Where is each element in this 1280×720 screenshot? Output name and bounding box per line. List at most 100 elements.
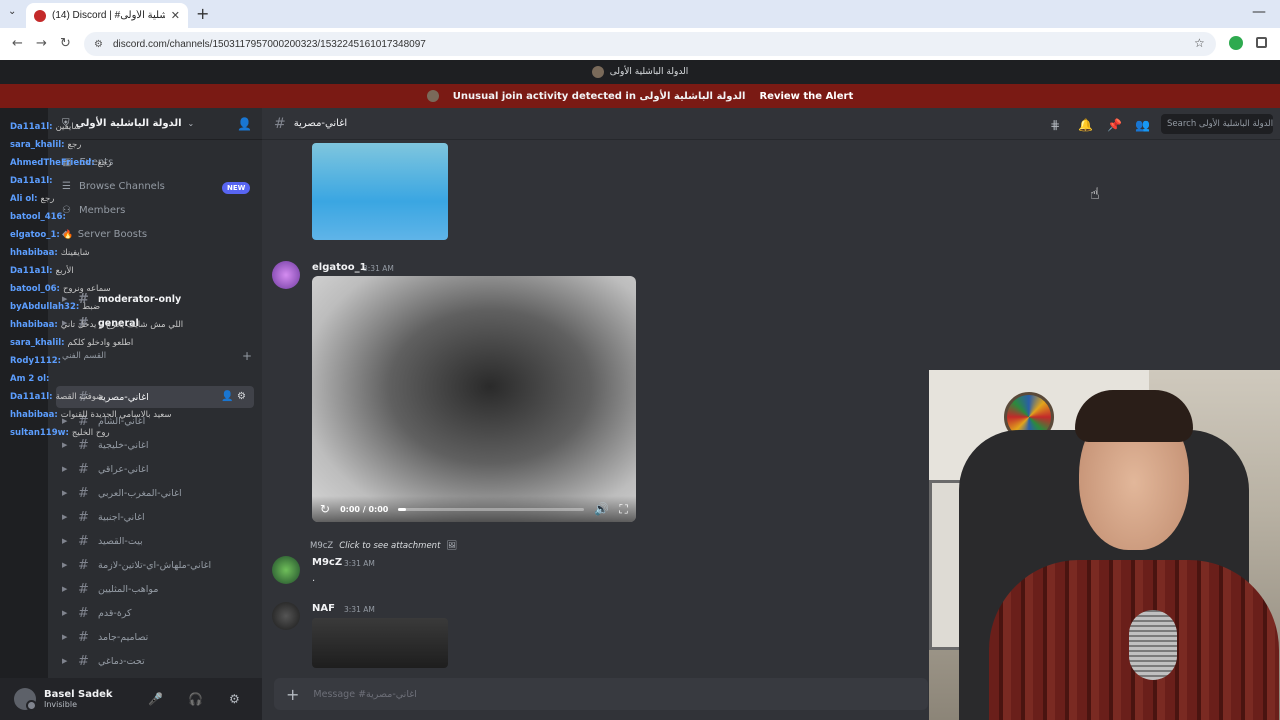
invite-people-icon[interactable]: 👤 bbox=[237, 117, 252, 131]
extensions-puzzle-icon[interactable] bbox=[1256, 37, 1267, 48]
back-icon[interactable]: ← bbox=[12, 36, 23, 51]
menu-label: Server Boosts bbox=[77, 228, 148, 240]
menu-label: Members bbox=[78, 204, 126, 216]
channel-item[interactable]: ▶ # اغاني-خليجية bbox=[56, 434, 254, 456]
message-time: 3:31 AM bbox=[344, 605, 375, 614]
caret-icon: ▶ bbox=[62, 465, 68, 473]
channel-label: اغاني-مصرية bbox=[98, 391, 149, 403]
headphones-icon[interactable]: 🎧 bbox=[188, 692, 203, 706]
avatar[interactable] bbox=[272, 556, 300, 584]
mic-muted-icon[interactable]: 🎤 bbox=[148, 692, 163, 706]
message-author[interactable]: NAF bbox=[312, 603, 335, 614]
image-attachment[interactable] bbox=[312, 143, 448, 240]
extension-shield-icon[interactable] bbox=[1229, 36, 1243, 50]
video-progress-fill bbox=[398, 507, 406, 511]
menu-label: Browse Channels bbox=[78, 180, 165, 192]
tab-title: (14) Discord | #اغاني-مصرية | الدولة الب… bbox=[52, 10, 165, 21]
boost-icon: ◆ bbox=[62, 228, 70, 240]
caret-icon: ▶ bbox=[62, 417, 68, 425]
webcam-person-hair bbox=[1075, 390, 1193, 442]
fullscreen-icon[interactable]: ⛶ bbox=[619, 502, 627, 517]
channel-label: تصاميم-جامد bbox=[98, 631, 149, 643]
user-status: Invisible bbox=[44, 700, 77, 709]
raid-alert-banner: Unusual join activity detected in الدولة… bbox=[0, 84, 1280, 108]
tab-strip: ⌄ (14) Discord | #اغاني-مصرية | الدولة ا… bbox=[0, 0, 1280, 28]
tab-close-icon[interactable]: ✕ bbox=[171, 9, 180, 22]
category-label: القسم الفني bbox=[62, 351, 107, 361]
calendar-icon: ▦ bbox=[62, 156, 72, 168]
video-time: 0:00 / 0:00 bbox=[340, 504, 389, 514]
window-minimize-icon[interactable]: — bbox=[1252, 4, 1266, 20]
alert-text: Unusual join activity detected in الدولة… bbox=[452, 90, 746, 102]
volume-icon[interactable]: 🔊 bbox=[594, 502, 609, 516]
channel-item[interactable]: ▶ # بيت-القصيد bbox=[56, 530, 254, 552]
server-shield-icon: ⛨ bbox=[62, 118, 70, 129]
bell-icon[interactable]: 🔔 bbox=[1078, 118, 1093, 132]
add-attachment-icon[interactable]: + bbox=[286, 685, 299, 704]
menu-browse-channels[interactable]: ☰ Browse Channels bbox=[62, 176, 165, 196]
caret-icon: ▶ bbox=[62, 633, 68, 641]
channel-item[interactable]: ▶ # اغاني-اجنبية bbox=[56, 506, 254, 528]
topbar-server-name: الدولة الباشلية الأولى bbox=[609, 67, 689, 77]
channel-item[interactable]: ▶ # اغاني-الشام bbox=[56, 410, 254, 432]
channel-label: مواهب-المثليين bbox=[98, 583, 159, 595]
channel-moderator-only[interactable]: ▶ # moderator-only bbox=[56, 288, 254, 310]
channel-item[interactable]: ▶ # اغاني-ملهاش-اي-تلاتين-لازمة bbox=[56, 554, 254, 576]
hash-icon: # bbox=[78, 653, 89, 669]
channel-item[interactable]: ▶ # اغاني-عراقي bbox=[56, 458, 254, 480]
channel-category[interactable]: القسم الفني + bbox=[62, 348, 252, 364]
message-composer[interactable]: + Message #اغاني-مصرية bbox=[274, 678, 928, 710]
avatar[interactable] bbox=[14, 688, 37, 711]
gear-icon[interactable]: ⚙ bbox=[229, 692, 240, 706]
tab-search-icon[interactable]: ⌄ bbox=[8, 6, 16, 17]
caret-icon: ▶ bbox=[62, 513, 68, 521]
channel-general[interactable]: ▶ # general bbox=[56, 312, 254, 334]
server-name: الدولة الباشلية الأولى bbox=[75, 118, 182, 129]
caret-icon: ▶ bbox=[62, 609, 68, 617]
microphone-icon bbox=[1129, 610, 1177, 680]
new-tab-icon[interactable]: + bbox=[196, 4, 209, 23]
pin-icon[interactable]: 📌 bbox=[1107, 118, 1122, 132]
channel-label: اغاني-اجنبية bbox=[98, 511, 145, 523]
channel-item[interactable]: # اغاني-مصرية 👤 ⚙ bbox=[56, 386, 254, 408]
channel-settings-icon[interactable]: 👤 ⚙ bbox=[221, 391, 246, 402]
server-header[interactable]: ⛨ الدولة الباشلية الأولى ⌄ 👤 bbox=[48, 108, 262, 140]
hash-icon: # bbox=[78, 315, 89, 331]
hash-icon: # bbox=[78, 291, 89, 307]
channel-label: كرة-قدم bbox=[98, 607, 132, 619]
image-attachment[interactable] bbox=[312, 618, 448, 668]
replay-icon[interactable]: ↻ bbox=[320, 502, 330, 516]
menu-server-boosts[interactable]: ◆ Server Boosts bbox=[62, 224, 147, 244]
channel-label: moderator-only bbox=[98, 293, 182, 305]
reply-reference[interactable]: M9cZ Click to see attachment 🖼 bbox=[310, 541, 457, 551]
message-author[interactable]: M9cZ bbox=[312, 557, 342, 568]
threads-icon[interactable]: ⋕ bbox=[1050, 118, 1060, 132]
add-channel-icon[interactable]: + bbox=[242, 349, 252, 363]
menu-members[interactable]: ⚇ Members bbox=[62, 200, 125, 220]
avatar[interactable] bbox=[272, 261, 300, 289]
channel-item[interactable]: ▶ # تحت-دماغي bbox=[56, 650, 254, 672]
avatar[interactable] bbox=[272, 602, 300, 630]
members-list-icon[interactable]: 👥 bbox=[1135, 118, 1150, 132]
channel-item[interactable]: ▶ # اغاني-المغرب-العربي bbox=[56, 482, 254, 504]
browser-tab[interactable]: (14) Discord | #اغاني-مصرية | الدولة الب… bbox=[26, 3, 188, 28]
channel-item[interactable]: ▶ # تصاميم-جامد bbox=[56, 626, 254, 648]
reply-text: Click to see attachment bbox=[339, 541, 441, 551]
review-alert-link[interactable]: Review the Alert bbox=[759, 91, 853, 102]
channel-sidebar: ⛨ الدولة الباشلية الأولى ⌄ 👤 ▦ Events ☰ … bbox=[48, 108, 262, 678]
hash-icon: # bbox=[78, 629, 89, 645]
channel-item[interactable]: ▶ # كرة-قدم bbox=[56, 602, 254, 624]
bookmark-star-icon[interactable]: ☆ bbox=[1194, 36, 1205, 50]
video-player[interactable]: ↻ 0:00 / 0:00 🔊 ⛶ bbox=[312, 276, 636, 522]
image-icon: 🖼 bbox=[446, 541, 458, 551]
caret-icon: ▶ bbox=[62, 561, 68, 569]
reload-icon[interactable]: ↻ bbox=[60, 36, 71, 51]
site-info-icon[interactable]: ⚙ bbox=[94, 39, 103, 50]
message-author[interactable]: elgatoo_1 bbox=[312, 262, 367, 273]
search-input[interactable]: Search الدولة الباشلية الأولى bbox=[1161, 114, 1273, 134]
forward-icon[interactable]: → bbox=[36, 36, 47, 51]
address-bar[interactable]: ⚙ discord.com/channels/15031179570002003… bbox=[84, 32, 1216, 56]
channel-item[interactable]: ▶ # مواهب-المثليين bbox=[56, 578, 254, 600]
video-progress-track[interactable] bbox=[398, 507, 585, 511]
menu-events[interactable]: ▦ Events bbox=[62, 152, 113, 172]
